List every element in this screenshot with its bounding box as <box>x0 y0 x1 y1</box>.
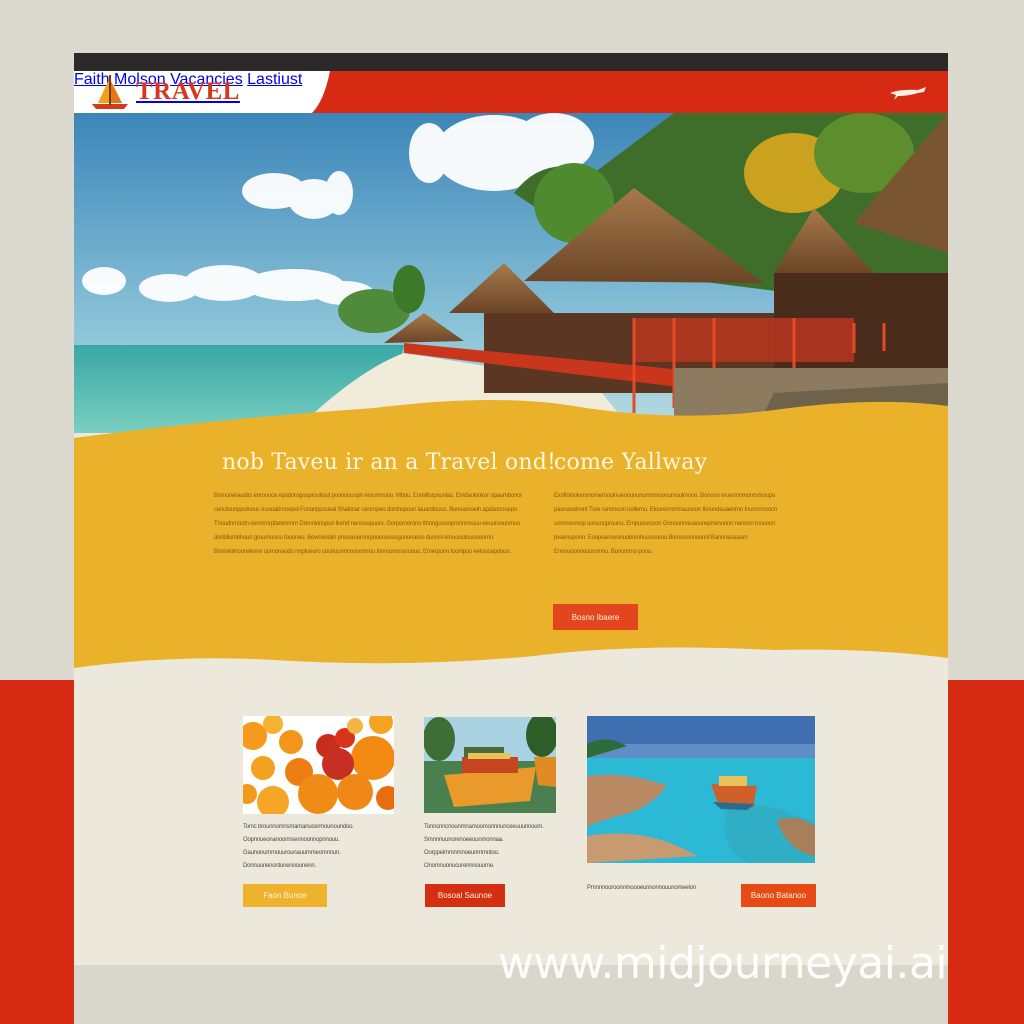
browser-top-bar <box>74 53 948 71</box>
card-1-text: Tomc brounnomnsmamanucermounoundoo. Oopn… <box>243 824 354 869</box>
sailboat-logo-icon <box>92 75 128 109</box>
card-2-image <box>424 717 556 813</box>
headline-right: come Yallway <box>554 450 708 475</box>
background-red-band-left <box>0 680 74 1024</box>
hero-beach-image <box>74 113 948 433</box>
intro-paragraph-right: Exnfinloolommomernoulnueonununumnmoonumo… <box>554 493 777 555</box>
background-red-band-right <box>948 680 1024 1024</box>
card-2-button[interactable]: Bosoal Saunoe <box>425 884 505 907</box>
intro-paragraph-left: Bomuneraudirs enrounce epodorogouproutio… <box>214 493 523 555</box>
cta-button[interactable]: Bosno Ibaere <box>553 604 638 630</box>
card-1-button[interactable]: Faon Bunoe <box>243 884 327 907</box>
site-header: TRAVEL Faith Molson Vacancies Lastiust <box>74 71 948 113</box>
card-2-text: Tonncnncnounmnamoomonnnunceeuuunnoum. Sm… <box>424 824 544 869</box>
card-3-button[interactable]: Baono Batanoo <box>741 884 816 907</box>
card-1-image <box>243 716 394 814</box>
airplane-icon[interactable] <box>888 84 928 107</box>
watermark-text: www.midjourneyai.ai <box>498 938 948 989</box>
site-logo[interactable]: TRAVEL <box>88 73 240 111</box>
logo-title: TRAVEL <box>136 78 240 105</box>
web-page: TRAVEL Faith Molson Vacancies Lastiust n… <box>74 53 948 965</box>
card-3-image <box>587 716 815 863</box>
headline-left: nob Taveu ir an a Travel ond! <box>222 450 557 475</box>
card-3-text: Pmnnnooroonnmoooeunnonnouunomeelon <box>587 885 696 891</box>
